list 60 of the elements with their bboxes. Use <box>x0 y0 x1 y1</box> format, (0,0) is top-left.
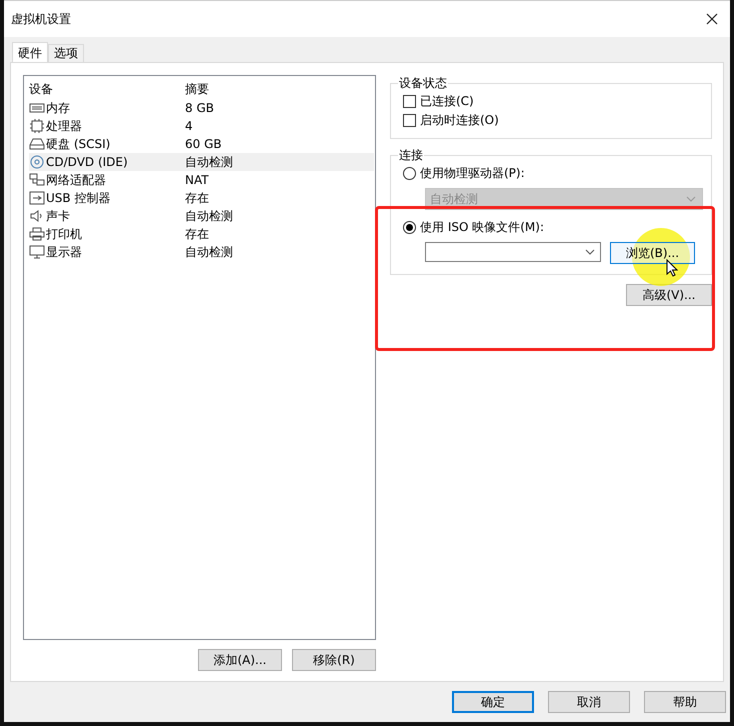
device-summary: 自动检测 <box>184 244 233 260</box>
device-row[interactable]: 打印机 存在 <box>29 225 375 243</box>
checkbox-label: 启动时连接(O) <box>420 112 499 129</box>
radio-label: 使用 ISO 映像文件(M): <box>420 219 544 236</box>
device-row[interactable]: 显示器 自动检测 <box>29 243 375 261</box>
tab[interactable]: 硬件 <box>12 42 48 63</box>
device-row[interactable]: USB 控制器 存在 <box>29 189 375 207</box>
dialog-button[interactable]: 确定 <box>452 691 534 713</box>
device-row[interactable]: 网络适配器 NAT <box>29 171 375 189</box>
close-icon[interactable] <box>706 13 718 25</box>
radio-button[interactable] <box>403 167 416 180</box>
device-summary: 存在 <box>184 190 209 206</box>
monitor-icon <box>29 245 45 259</box>
device-row[interactable]: CD/DVD (IDE) 自动检测 <box>29 153 374 171</box>
list-button[interactable]: 移除(R) <box>292 649 376 671</box>
device-summary: 自动检测 <box>184 208 233 224</box>
iso-path-field[interactable] <box>425 242 601 262</box>
tab[interactable]: 选项 <box>48 44 84 62</box>
memory-icon <box>29 101 45 115</box>
checkbox[interactable] <box>403 95 416 108</box>
device-summary: 60 GB <box>184 137 222 151</box>
chevron-icon <box>686 196 696 202</box>
device-summary: NAT <box>184 173 209 187</box>
checkbox-label: 已连接(C) <box>420 93 474 110</box>
window-title: 虚拟机设置 <box>11 10 71 28</box>
usb-icon <box>29 191 45 205</box>
device-row[interactable]: 内存 8 GB <box>29 99 375 117</box>
device-name: 声卡 <box>46 208 70 224</box>
radio-button[interactable] <box>403 221 416 234</box>
list-button[interactable]: 添加(A)... <box>198 649 282 671</box>
printer-icon <box>29 227 45 241</box>
device-row[interactable]: 声卡 自动检测 <box>29 207 375 225</box>
device-summary: 4 <box>184 119 193 133</box>
device-name: 硬盘 (SCSI) <box>46 136 110 152</box>
device-name: USB 控制器 <box>46 190 110 206</box>
network-icon <box>29 173 45 187</box>
device-summary: 自动检测 <box>184 154 233 170</box>
checkbox[interactable] <box>403 114 416 127</box>
device-name: 打印机 <box>46 226 82 242</box>
chip-icon <box>29 119 45 133</box>
device-name: CD/DVD (IDE) <box>46 155 128 169</box>
radio-label: 使用物理驱动器(P): <box>420 165 525 182</box>
column-header[interactable]: 摘要 <box>183 80 209 98</box>
device-summary: 8 GB <box>184 101 214 115</box>
device-summary: 存在 <box>184 226 209 242</box>
group-title: 连接 <box>398 147 424 164</box>
advanced-button[interactable]: 高级(V)... <box>626 284 712 306</box>
device-row[interactable]: 硬盘 (SCSI) 60 GB <box>29 135 375 153</box>
column-header[interactable]: 设备 <box>29 80 183 98</box>
device-name: 内存 <box>46 100 70 116</box>
chevron-icon <box>585 249 595 255</box>
device-name: 网络适配器 <box>46 172 106 188</box>
dialog-button[interactable]: 取消 <box>548 691 630 713</box>
device-row[interactable]: 处理器 4 <box>29 117 375 135</box>
device-name: 显示器 <box>46 244 82 260</box>
cursor-icon <box>666 259 678 277</box>
disc-icon <box>29 155 45 169</box>
dialog-button[interactable]: 帮助 <box>644 691 726 713</box>
device-name: 处理器 <box>46 118 82 134</box>
group-title: 设备状态 <box>398 75 448 92</box>
